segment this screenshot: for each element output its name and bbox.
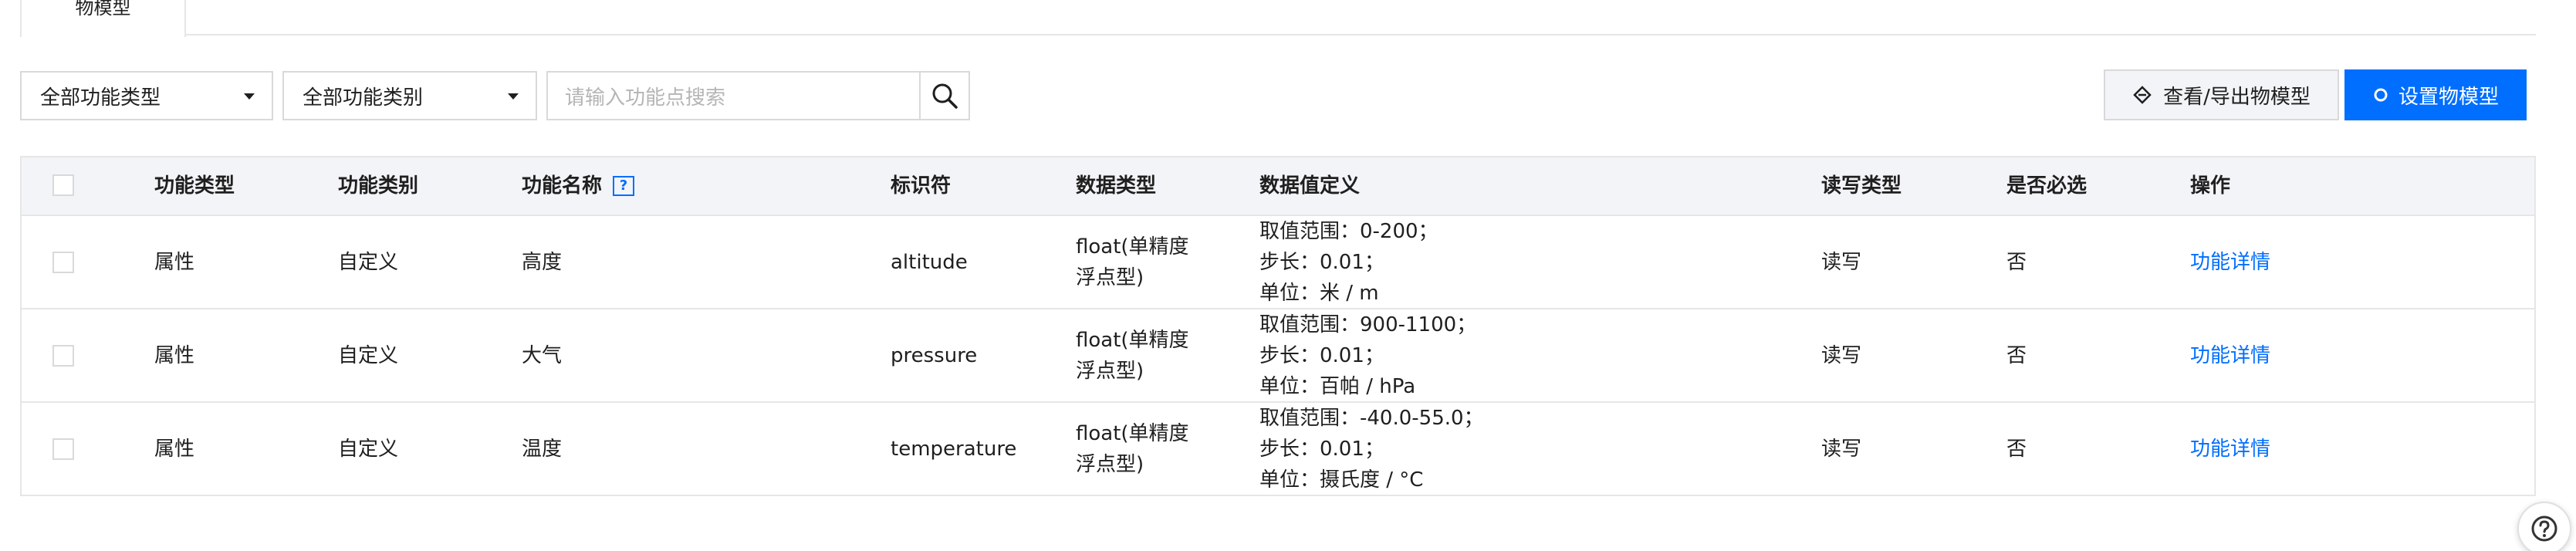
row-checkbox[interactable] bbox=[52, 345, 74, 367]
cell-rw-type: 读写 bbox=[1821, 250, 1862, 274]
cell-data-definition: 取值范围：0-200； 步长：0.01； 单位：米 / m bbox=[1259, 216, 1438, 308]
search-placeholder: 请输入功能点搜索 bbox=[565, 86, 726, 110]
export-icon bbox=[2133, 86, 2152, 104]
cell-rw-type: 读写 bbox=[1821, 343, 1862, 367]
cell-name: 高度 bbox=[522, 250, 563, 274]
cell-identifier: altitude bbox=[891, 250, 968, 274]
definition-range: 取值范围：900-1100； bbox=[1259, 313, 1477, 336]
header-action: 操作 bbox=[2190, 174, 2231, 198]
category-filter-value: 全部功能类别 bbox=[303, 86, 424, 110]
set-model-label: 设置物模型 bbox=[2398, 85, 2499, 109]
cell-required: 否 bbox=[2006, 343, 2027, 367]
header-required: 是否必选 bbox=[2006, 174, 2088, 198]
cell-name: 大气 bbox=[522, 343, 563, 367]
header-name-label: 功能名称 bbox=[522, 174, 603, 198]
search-input[interactable]: 请输入功能点搜索 bbox=[546, 71, 921, 120]
table-header: 功能类型 功能类别 功能名称 ? 标识符 数据类型 数据值定义 读写类型 是否必… bbox=[22, 157, 2534, 216]
feature-detail-link[interactable]: 功能详情 bbox=[2190, 216, 2270, 308]
data-type-line: float(单精度 bbox=[1076, 328, 1189, 352]
cell-identifier: pressure bbox=[891, 343, 978, 367]
definition-step: 步长：0.01； bbox=[1259, 343, 1384, 367]
header-name: 功能名称 ? bbox=[522, 157, 635, 215]
definition-range: 取值范围：0-200； bbox=[1259, 219, 1438, 243]
cell-data-type: float(单精度 浮点型) bbox=[1076, 403, 1189, 495]
page: 物模型 全部功能类型 全部功能类别 请输入功能点搜索 查看/导出物模型 设置物模… bbox=[0, 0, 2576, 551]
cell-name: 温度 bbox=[522, 437, 563, 461]
cell-category: 自定义 bbox=[338, 250, 399, 274]
header-identifier: 标识符 bbox=[891, 174, 952, 198]
header-data-definition: 数据值定义 bbox=[1259, 174, 1361, 198]
feature-detail-link[interactable]: 功能详情 bbox=[2190, 403, 2270, 495]
data-type-line: 浮点型) bbox=[1076, 452, 1144, 476]
cell-type: 属性 bbox=[154, 343, 195, 367]
definition-unit: 单位：摄氏度 / °C bbox=[1259, 468, 1424, 492]
type-filter-select[interactable]: 全部功能类型 bbox=[20, 71, 273, 120]
search-icon bbox=[932, 83, 958, 109]
cell-data-type: float(单精度 浮点型) bbox=[1076, 309, 1189, 401]
tab-bar: 物模型 bbox=[20, 0, 2536, 37]
ring-icon bbox=[2374, 88, 2388, 102]
header-category: 功能类别 bbox=[338, 174, 419, 198]
table-row: 属性 自定义 温度 temperature float(单精度 浮点型) 取值范… bbox=[22, 403, 2534, 496]
type-filter-value: 全部功能类型 bbox=[40, 86, 161, 110]
definition-unit: 单位：百帕 / hPa bbox=[1259, 374, 1416, 398]
cell-rw-type: 读写 bbox=[1821, 437, 1862, 461]
cell-required: 否 bbox=[2006, 250, 2027, 274]
chevron-down-icon bbox=[244, 93, 255, 100]
definition-range: 取值范围：-40.0-55.0； bbox=[1259, 406, 1484, 430]
cell-required: 否 bbox=[2006, 437, 2027, 461]
category-filter-select[interactable]: 全部功能类别 bbox=[282, 71, 537, 120]
cell-category: 自定义 bbox=[338, 343, 399, 367]
tab-label: 物模型 bbox=[75, 0, 131, 19]
row-checkbox[interactable] bbox=[52, 252, 74, 273]
data-type-line: float(单精度 bbox=[1076, 235, 1189, 259]
header-type: 功能类型 bbox=[154, 174, 235, 198]
data-type-line: 浮点型) bbox=[1076, 265, 1144, 289]
feature-table: 功能类型 功能类别 功能名称 ? 标识符 数据类型 数据值定义 读写类型 是否必… bbox=[20, 156, 2536, 496]
row-checkbox[interactable] bbox=[52, 438, 74, 460]
definition-step: 步长：0.01； bbox=[1259, 437, 1384, 461]
search-button[interactable] bbox=[919, 71, 970, 120]
tab-thing-model[interactable]: 物模型 bbox=[20, 0, 186, 37]
header-rw-type: 读写类型 bbox=[1821, 174, 1902, 198]
cell-data-definition: 取值范围：-40.0-55.0； 步长：0.01； 单位：摄氏度 / °C bbox=[1259, 403, 1484, 495]
select-all-checkbox[interactable] bbox=[52, 174, 74, 196]
data-type-line: float(单精度 bbox=[1076, 421, 1189, 445]
question-icon bbox=[2531, 516, 2557, 542]
help-float-button[interactable] bbox=[2517, 502, 2571, 551]
cell-category: 自定义 bbox=[338, 437, 399, 461]
cell-type: 属性 bbox=[154, 250, 195, 274]
data-type-line: 浮点型) bbox=[1076, 359, 1144, 383]
view-export-button[interactable]: 查看/导出物模型 bbox=[2104, 69, 2339, 120]
help-icon[interactable]: ? bbox=[613, 176, 635, 196]
cell-data-type: float(单精度 浮点型) bbox=[1076, 216, 1189, 308]
set-model-button[interactable]: 设置物模型 bbox=[2344, 69, 2527, 120]
table-row: 属性 自定义 高度 altitude float(单精度 浮点型) 取值范围：0… bbox=[22, 216, 2534, 309]
view-export-label: 查看/导出物模型 bbox=[2163, 85, 2311, 109]
cell-data-definition: 取值范围：900-1100； 步长：0.01； 单位：百帕 / hPa bbox=[1259, 309, 1476, 401]
definition-step: 步长：0.01； bbox=[1259, 250, 1384, 274]
cell-type: 属性 bbox=[154, 437, 195, 461]
feature-detail-link[interactable]: 功能详情 bbox=[2190, 309, 2270, 401]
chevron-down-icon bbox=[508, 93, 519, 100]
definition-unit: 单位：米 / m bbox=[1259, 281, 1379, 305]
cell-identifier: temperature bbox=[891, 437, 1017, 461]
header-data-type: 数据类型 bbox=[1076, 174, 1157, 198]
table-row: 属性 自定义 大气 pressure float(单精度 浮点型) 取值范围：9… bbox=[22, 309, 2534, 403]
